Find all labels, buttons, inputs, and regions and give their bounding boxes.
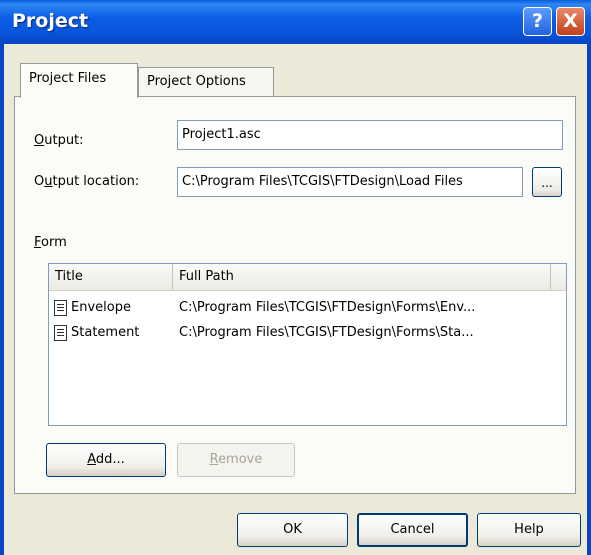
output-location-field[interactable]: C:\Program Files\TCGIS\FTDesign\Load Fil… <box>177 167 523 197</box>
form-label: Form <box>34 235 67 250</box>
add-button-label: dd... <box>95 452 125 467</box>
title-bar[interactable]: Project ? X <box>0 0 591 44</box>
remove-button-mnemonic: R <box>209 452 219 467</box>
list-item-title: Statement <box>71 325 140 340</box>
output-location-label: Output location: <box>34 174 139 189</box>
output-location-label-text: tput location: <box>52 174 140 189</box>
output-label: Output: <box>34 133 84 148</box>
form-label-mnemonic: F <box>34 235 42 250</box>
output-field[interactable]: Project1.asc <box>177 120 563 150</box>
list-item-title: Envelope <box>71 300 131 315</box>
column-header-full-path[interactable]: Full Path <box>173 264 551 290</box>
help-button[interactable]: Help <box>477 513 581 547</box>
list-header: Title Full Path <box>49 264 566 291</box>
list-item-path: C:\Program Files\TCGIS\FTDesign\Forms\St… <box>179 325 474 340</box>
form-label-text: orm <box>41 235 67 250</box>
tab-project-options[interactable]: Project Options <box>138 67 274 96</box>
ok-button[interactable]: OK <box>237 513 348 547</box>
browse-button[interactable]: ... <box>532 167 562 197</box>
output-label-mnemonic: O <box>34 133 45 148</box>
help-icon[interactable]: ? <box>523 7 552 36</box>
document-icon <box>54 300 67 316</box>
output-location-label-prefix: O <box>34 174 45 189</box>
cancel-button[interactable]: Cancel <box>357 513 468 547</box>
list-item[interactable]: Envelope C:\Program Files\TCGIS\FTDesign… <box>49 297 566 319</box>
window-frame-left <box>0 44 4 555</box>
add-button-mnemonic: A <box>87 452 96 467</box>
list-item[interactable]: Statement C:\Program Files\TCGIS\FTDesig… <box>49 322 566 344</box>
close-icon[interactable]: X <box>556 7 585 36</box>
window-frame-right <box>587 44 591 555</box>
remove-button[interactable]: Remove <box>177 443 295 477</box>
form-list[interactable]: Title Full Path Envelope C:\Program File… <box>48 263 567 426</box>
remove-button-label: emove <box>218 452 263 467</box>
document-icon <box>54 325 67 341</box>
add-button[interactable]: Add... <box>46 443 166 477</box>
window-title: Project <box>12 10 89 32</box>
project-dialog: Project ? X Project Files Project Option… <box>0 0 591 555</box>
tab-project-files[interactable]: Project Files <box>20 63 138 98</box>
output-label-text: utput: <box>44 133 84 148</box>
column-header-title[interactable]: Title <box>49 264 173 290</box>
list-item-path: C:\Program Files\TCGIS\FTDesign\Forms\En… <box>179 300 476 315</box>
